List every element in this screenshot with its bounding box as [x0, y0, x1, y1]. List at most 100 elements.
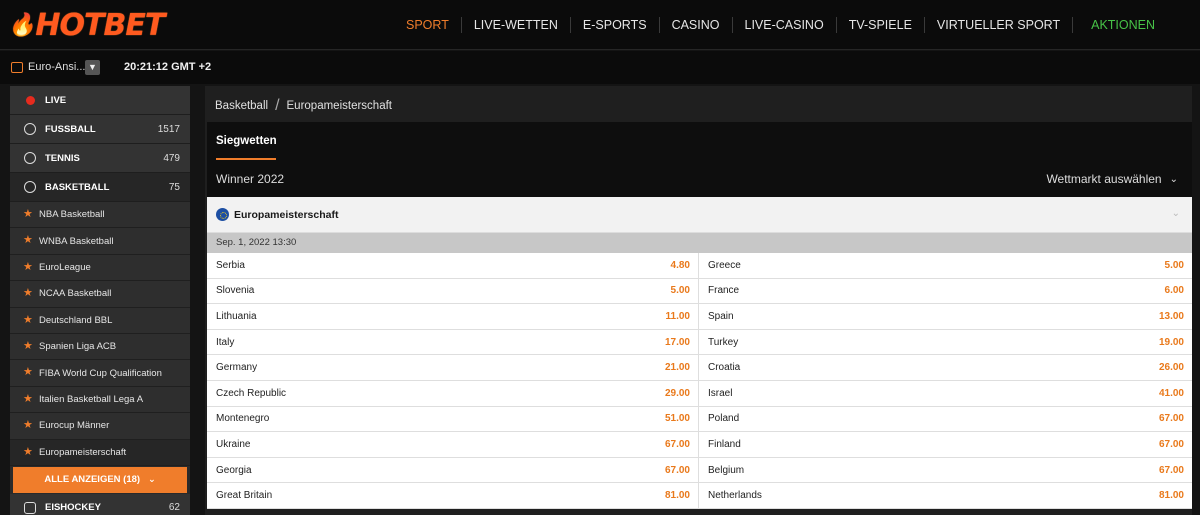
odds-cell[interactable]: Slovenia 5.00	[207, 278, 699, 304]
table-row: Montenegro 51.00 Poland 67.00	[207, 406, 1192, 433]
market-panel: Siegwetten Winner 2022 Wettmarkt auswähl…	[207, 122, 1192, 197]
odd-value: 41.00	[1158, 387, 1184, 399]
odds-cell[interactable]: Croatia 26.00	[699, 355, 1192, 380]
chevron-down-icon[interactable]: ▼	[85, 60, 100, 75]
table-row: Germany 21.00 Croatia 26.00	[207, 355, 1192, 381]
odds-cell[interactable]: Spain 13.00	[699, 304, 1192, 329]
league-item-selected[interactable]: ★ Europameisterschaft	[10, 439, 190, 466]
nav-sport[interactable]: SPORT	[394, 17, 462, 33]
sidebar-item-tennis[interactable]: TENNIS 479	[10, 144, 190, 173]
tab-underline	[216, 158, 276, 160]
star-icon[interactable]: ★	[23, 365, 33, 378]
odds-cell[interactable]: Serbia 4.80	[207, 253, 699, 278]
star-icon[interactable]: ★	[23, 313, 33, 326]
tennis-icon	[24, 152, 36, 164]
sidebar-item-basketball[interactable]: BASKETBALL 75	[10, 173, 190, 202]
odd-value: 67.00	[664, 464, 690, 476]
odd-value: 81.00	[1158, 490, 1184, 502]
show-all-button[interactable]: ALLE ANZEIGEN (18) ⌄	[13, 466, 187, 493]
nav-casino[interactable]: CASINO	[660, 17, 733, 33]
odd-value: 67.00	[664, 438, 690, 450]
odds-format-label[interactable]: Euro-Ansi...	[28, 61, 85, 73]
sport-count: 479	[163, 152, 180, 164]
league-item[interactable]: ★ Spanien Liga ACB	[10, 333, 190, 361]
league-item[interactable]: ★ FIBA World Cup Qualification	[10, 360, 190, 387]
table-row: Slovenia 5.00 France 6.00	[207, 278, 1192, 305]
odd-value: 81.00	[664, 490, 690, 502]
event-date-row: Sep. 1, 2022 13:30	[207, 233, 1192, 253]
league-item[interactable]: ★ Italien Basketball Lega A	[10, 386, 190, 414]
table-row: Georgia 67.00 Belgium 67.00	[207, 457, 1192, 484]
breadcrumb-basketball[interactable]: Basketball	[215, 100, 268, 112]
star-icon[interactable]: ★	[23, 207, 33, 220]
star-icon[interactable]: ★	[23, 233, 33, 246]
odds-cell[interactable]: Finland 67.00	[699, 432, 1192, 457]
nav-e-sports[interactable]: E-SPORTS	[571, 17, 660, 33]
odd-value: 11.00	[665, 310, 690, 322]
breadcrumb-europameisterschaft: Europameisterschaft	[286, 100, 392, 112]
live-dot-icon	[26, 96, 35, 105]
odd-value: 17.00	[664, 336, 690, 348]
odd-value: 29.00	[664, 387, 690, 399]
odds-cell[interactable]: Israel 41.00	[699, 381, 1192, 406]
ice-hockey-icon	[24, 501, 36, 514]
odds-cell[interactable]: Lithuania 11.00	[207, 304, 699, 329]
table-row: Czech Republic 29.00 Israel 41.00	[207, 380, 1192, 407]
market-select-dropdown[interactable]: Wettmarkt auswählen ⌄	[1046, 172, 1178, 186]
odds-cell[interactable]: France 6.00	[699, 279, 1192, 304]
table-row: Serbia 4.80 Greece 5.00	[207, 253, 1192, 279]
table-row: Lithuania 11.00 Spain 13.00	[207, 304, 1192, 330]
league-item[interactable]: ★ Eurocup Männer	[10, 413, 190, 440]
clock: 20:21:12 GMT +2	[124, 61, 212, 73]
odd-value: 51.00	[664, 413, 690, 425]
league-item[interactable]: ★ WNBA Basketball	[10, 228, 190, 255]
star-icon[interactable]: ★	[23, 392, 33, 405]
odds-cell[interactable]: Germany 21.00	[207, 355, 699, 380]
league-item[interactable]: ★ EuroLeague	[10, 254, 190, 282]
odds-table: Serbia 4.80 Greece 5.00 Slovenia 5.00 Franc…	[207, 253, 1192, 509]
odds-cell[interactable]: Greece 5.00	[699, 253, 1192, 278]
league-item[interactable]: ★ NCAA Basketball	[10, 281, 190, 308]
event-date: Sep. 1, 2022 13:30	[216, 237, 297, 248]
nav-tv-spiele[interactable]: TV-SPIELE	[837, 17, 925, 33]
star-icon[interactable]: ★	[23, 260, 33, 273]
star-icon[interactable]: ★	[23, 418, 33, 431]
odds-cell[interactable]: Georgia 67.00	[207, 457, 699, 483]
odd-value: 67.00	[1158, 438, 1184, 450]
sidebar-item-fussball[interactable]: FUSSBALL 1517	[10, 115, 190, 144]
odds-cell[interactable]: Poland 67.00	[699, 407, 1192, 432]
breadcrumb: Basketball / Europameisterschaft	[215, 97, 392, 115]
odds-cell[interactable]: Great Britain 81.00	[207, 483, 699, 508]
odds-cell[interactable]: Czech Republic 29.00	[207, 380, 699, 406]
odds-cell[interactable]: Belgium 67.00	[699, 458, 1192, 483]
odd-value: 67.00	[1158, 464, 1184, 476]
odd-value: 19.00	[1158, 336, 1184, 348]
nav-virtueller-sport[interactable]: VIRTUELLER SPORT	[925, 17, 1074, 33]
star-icon[interactable]: ★	[23, 286, 33, 299]
star-icon[interactable]: ★	[23, 445, 33, 458]
chevron-down-icon: ⌄	[148, 474, 156, 485]
nav-live-casino[interactable]: LIVE-CASINO	[733, 17, 837, 33]
league-item[interactable]: ★ NBA Basketball	[10, 202, 190, 229]
hotbet-logo[interactable]: 🔥 HOTBET	[8, 6, 165, 44]
sidebar-item-live[interactable]: LIVE	[10, 86, 190, 115]
odd-value: 5.00	[670, 285, 690, 297]
nav-aktionen[interactable]: AKTIONEN	[1073, 17, 1167, 33]
nav-live-wetten[interactable]: LIVE-WETTEN	[462, 17, 571, 33]
odds-cell[interactable]: Italy 17.00	[207, 329, 699, 355]
sport-count: 62	[168, 502, 180, 514]
odds-cell[interactable]: Turkey 19.00	[699, 330, 1192, 355]
star-icon[interactable]: ★	[23, 339, 33, 352]
breadcrumb-separator: /	[275, 97, 280, 114]
tab-siegwetten[interactable]: Siegwetten	[216, 135, 277, 147]
sidebar-item-eishockey[interactable]: EISHOCKEY 62	[10, 493, 190, 515]
odds-cell[interactable]: Ukraine 67.00	[207, 432, 699, 457]
chevron-down-icon[interactable]: ⌄	[1172, 208, 1180, 219]
odds-cell[interactable]: Montenegro 51.00	[207, 406, 699, 432]
event-group-header[interactable]: Europameisterschaft ⌄	[207, 197, 1192, 233]
league-item[interactable]: ★ Deutschland BBL	[10, 307, 190, 334]
chevron-down-icon: ⌄	[1169, 173, 1178, 185]
main-nav: SPORT LIVE-WETTEN E-SPORTS CASINO LIVE-C…	[394, 0, 1167, 50]
odds-cell[interactable]: Netherlands 81.00	[699, 483, 1192, 508]
top-bar: 🔥 HOTBET SPORT LIVE-WETTEN E-SPORTS CASIN…	[0, 0, 1200, 50]
